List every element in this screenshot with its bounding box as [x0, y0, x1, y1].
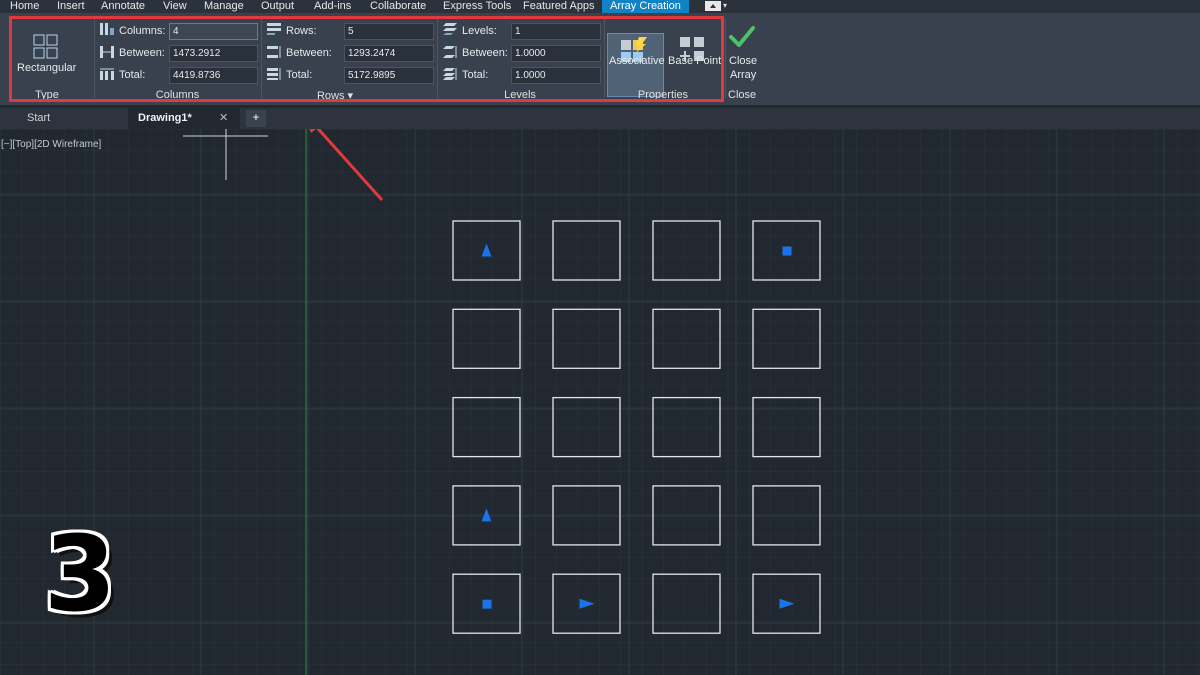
- ribbon-minimize-icon[interactable]: [705, 1, 721, 11]
- menu-addins[interactable]: Add-ins: [314, 0, 351, 13]
- file-tab-bar: Start Drawing1* ✕ +: [0, 108, 1200, 129]
- check-icon[interactable]: [728, 24, 756, 50]
- menu-output[interactable]: Output: [261, 0, 294, 13]
- ribbon-highlight-box: [9, 16, 724, 102]
- grip-marker-square[interactable]: [482, 599, 492, 609]
- menu-dropdown-icon[interactable]: ▾: [723, 1, 727, 10]
- menu-array-creation[interactable]: Array Creation: [602, 0, 689, 13]
- menu-view[interactable]: View: [163, 0, 187, 13]
- minor-grid: [0, 129, 1200, 675]
- menu-featured-apps[interactable]: Featured Apps: [523, 0, 595, 13]
- close-array-line1[interactable]: Close: [729, 55, 757, 67]
- tab-start[interactable]: Start: [0, 108, 128, 129]
- panel-divider: [725, 18, 726, 98]
- tab-close-icon[interactable]: ✕: [219, 108, 228, 129]
- step-number-badge: 3: [43, 513, 117, 635]
- close-panel-title: Close: [728, 89, 757, 101]
- menu-bar: Home Insert Annotate View Manage Output …: [0, 0, 1200, 13]
- menu-annotate[interactable]: Annotate: [101, 0, 145, 13]
- viewport-controls-label[interactable]: [−][Top][2D Wireframe]: [1, 139, 101, 150]
- menu-collaborate[interactable]: Collaborate: [370, 0, 426, 13]
- menu-home[interactable]: Home: [10, 0, 39, 13]
- new-tab-plus-icon[interactable]: +: [246, 110, 266, 127]
- menu-insert[interactable]: Insert: [57, 0, 85, 13]
- menu-manage[interactable]: Manage: [204, 0, 244, 13]
- close-array-line2[interactable]: Array: [730, 69, 756, 81]
- drawing-canvas[interactable]: [0, 129, 1200, 675]
- menu-express-tools[interactable]: Express Tools: [443, 0, 511, 13]
- grip-marker-square[interactable]: [782, 246, 792, 256]
